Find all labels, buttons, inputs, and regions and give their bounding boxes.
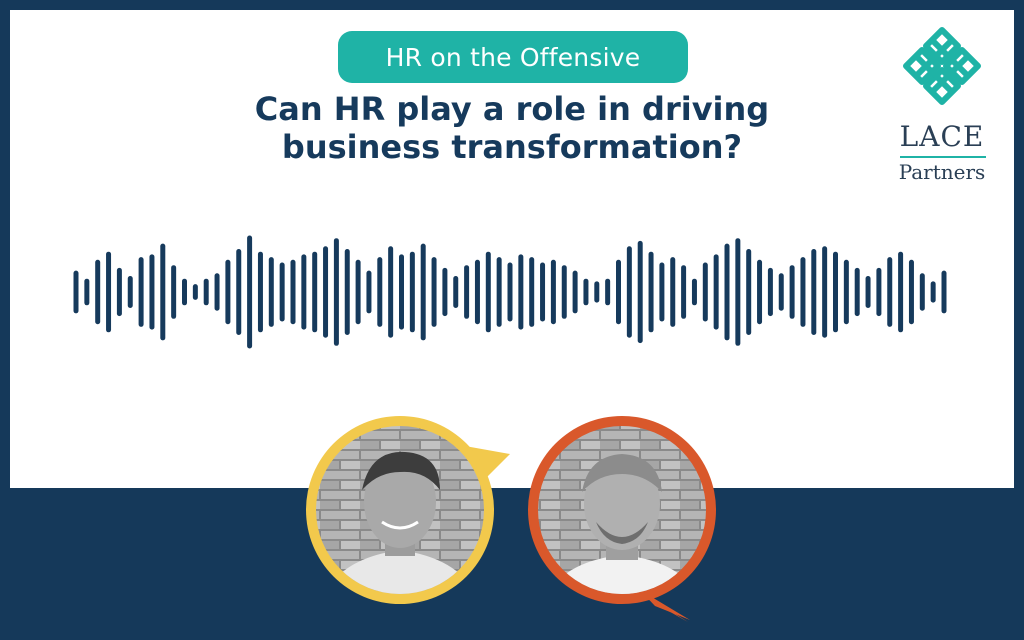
logo-divider	[900, 156, 986, 158]
headline-line-2: business transformation?	[281, 128, 743, 166]
podcast-cover: HR on the Offensive Can HR play a role i…	[0, 0, 1024, 640]
speaker-2-photo	[538, 426, 706, 594]
headline: Can HR play a role in driving business t…	[212, 90, 812, 166]
lace-partners-logo: LACE Partners	[882, 20, 1002, 184]
series-tag: HR on the Offensive	[338, 31, 688, 83]
celtic-knot-icon	[903, 27, 981, 105]
logo-name: LACE	[899, 120, 985, 153]
logo-subtitle: Partners	[898, 160, 986, 184]
headline-line-1: Can HR play a role in driving	[254, 90, 770, 128]
audio-waveform	[73, 235, 947, 349]
speaker-portraits	[306, 416, 716, 622]
speaker-1-bubble	[306, 416, 510, 604]
speaker-2-bubble	[528, 416, 716, 622]
speaker-1-photo	[316, 426, 484, 594]
